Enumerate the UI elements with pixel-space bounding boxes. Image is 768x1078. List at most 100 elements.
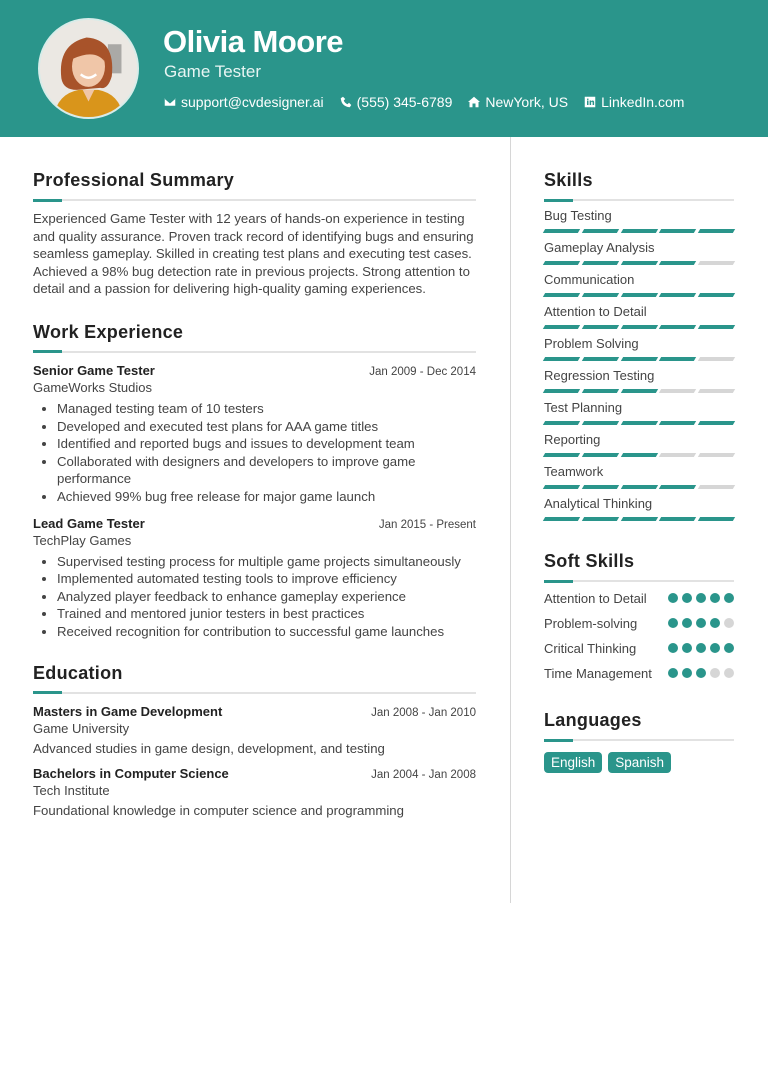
job-role: Lead Game Tester [33, 515, 145, 531]
degree-name: Bachelors in Computer Science [33, 765, 229, 781]
skill-level-bar [542, 485, 736, 489]
bullet-item: Collaborated with designers and develope… [57, 453, 476, 488]
phone-text: (555) 345-6789 [356, 94, 453, 110]
skill-level-bar [542, 293, 736, 297]
skill-name: Reporting [544, 432, 601, 447]
soft-skills-section: Soft Skills Attention to Detail Problem-s… [544, 551, 734, 682]
sidebar-column: Skills Bug Testing Gameplay Analysis Commu… [542, 170, 736, 773]
soft-skill-name: Critical Thinking [544, 641, 637, 656]
skill-name: Gameplay Analysis [544, 240, 655, 255]
bullet-item: Managed testing team of 10 testers [57, 400, 476, 418]
skill-name: Attention to Detail [544, 304, 647, 319]
section-rule [544, 579, 734, 583]
rating-dot-filled [696, 593, 706, 603]
rating-dot-filled [668, 643, 678, 653]
skill-segment-filled [620, 421, 658, 425]
contact-linkedin[interactable]: LinkedIn.com [584, 94, 684, 110]
skill-level-bar [542, 325, 736, 329]
soft-skill-rating [668, 665, 734, 682]
soft-skill-item: Attention to Detail [544, 590, 734, 607]
section-heading: Skills [544, 170, 593, 190]
education-description: Advanced studies in game design, develop… [33, 740, 385, 756]
skill-name: Test Planning [544, 400, 623, 415]
skill-segment-filled [659, 261, 697, 265]
rating-dot-filled [696, 668, 706, 678]
school-name: Game University [33, 720, 130, 736]
soft-skill-name: Time Management [544, 666, 652, 681]
section-heading: Professional Summary [33, 170, 235, 190]
skill-segment-filled [659, 293, 697, 297]
skill-level-bar [542, 517, 736, 521]
skill-segment-filled [698, 421, 736, 425]
rating-dot-filled [682, 643, 692, 653]
job-entry: Senior Game Tester Jan 2009 - Dec 2014 Gam… [33, 363, 476, 506]
skill-name: Problem Solving [544, 336, 639, 351]
skill-segment-filled [659, 485, 697, 489]
skill-level-bar [542, 261, 736, 265]
skill-segment-filled [620, 389, 658, 393]
skill-level-bar [542, 389, 736, 393]
summary-text: Experienced Game Tester with 12 years of… [33, 211, 474, 297]
soft-skill-list: Attention to Detail Problem-solving Critic… [544, 590, 734, 682]
contact-email[interactable]: support@cvdesigner.ai [164, 94, 324, 110]
job-title: Game Tester [164, 62, 262, 81]
degree-name: Masters in Game Development [33, 703, 223, 719]
soft-skill-rating [668, 640, 734, 657]
column-divider [510, 137, 511, 903]
rating-dot-filled [682, 593, 692, 603]
rating-dot-empty [724, 668, 734, 678]
skill-segment-filled [698, 293, 736, 297]
skill-item: Communication [542, 272, 736, 297]
language-badge: Spanish [608, 752, 672, 773]
skill-segment-filled [620, 261, 658, 265]
section-rule [544, 738, 734, 742]
language-list: English Spanish [544, 752, 734, 773]
skill-segment-filled [581, 485, 619, 489]
skill-segment-filled [620, 293, 658, 297]
skill-segment-filled [581, 421, 619, 425]
skill-segment-filled [620, 485, 658, 489]
skill-segment-empty [698, 485, 736, 489]
phone-icon [340, 96, 351, 108]
skill-segment-filled [581, 357, 619, 361]
education-entry: Bachelors in Computer Science Jan 2004 - … [33, 766, 476, 818]
skill-name: Analytical Thinking [544, 496, 653, 511]
profile-photo [38, 18, 139, 119]
rating-dot-filled [696, 643, 706, 653]
job-list: Senior Game Tester Jan 2009 - Dec 2014 Gam… [33, 363, 476, 641]
skill-segment-filled [542, 421, 580, 425]
skill-segment-filled [542, 261, 580, 265]
rating-dot-filled [682, 668, 692, 678]
skill-segment-filled [659, 229, 697, 233]
skill-segment-filled [542, 229, 580, 233]
skill-item: Analytical Thinking [542, 496, 736, 521]
email-text: support@cvdesigner.ai [181, 94, 324, 110]
languages-section: Languages English Spanish [544, 710, 734, 773]
skill-item: Bug Testing [542, 208, 736, 233]
bullet-item: Implemented automated testing tools to i… [57, 570, 476, 588]
skill-segment-filled [542, 293, 580, 297]
contact-phone[interactable]: (555) 345-6789 [340, 94, 453, 110]
skill-segment-filled [698, 517, 736, 521]
skill-segment-filled [581, 293, 619, 297]
soft-skill-item: Problem-solving [544, 615, 734, 632]
section-heading: Languages [544, 710, 642, 730]
skill-level-bar [542, 421, 736, 425]
location-text: NewYork, US [485, 94, 569, 110]
skill-segment-empty [659, 389, 697, 393]
rating-dot-filled [724, 593, 734, 603]
skill-list: Bug Testing Gameplay Analysis Communicatio… [542, 208, 736, 521]
soft-skill-item: Time Management [544, 665, 734, 682]
rating-dot-empty [724, 618, 734, 628]
section-heading: Education [33, 662, 123, 683]
skill-segment-filled [581, 325, 619, 329]
rating-dot-filled [682, 618, 692, 628]
skill-segment-filled [620, 357, 658, 361]
skill-segment-empty [659, 453, 697, 457]
rating-dot-filled [710, 618, 720, 628]
skill-segment-filled [659, 357, 697, 361]
skill-segment-filled [620, 325, 658, 329]
language-badge: English [544, 752, 603, 773]
section-rule [544, 198, 734, 202]
skill-segment-filled [542, 325, 580, 329]
